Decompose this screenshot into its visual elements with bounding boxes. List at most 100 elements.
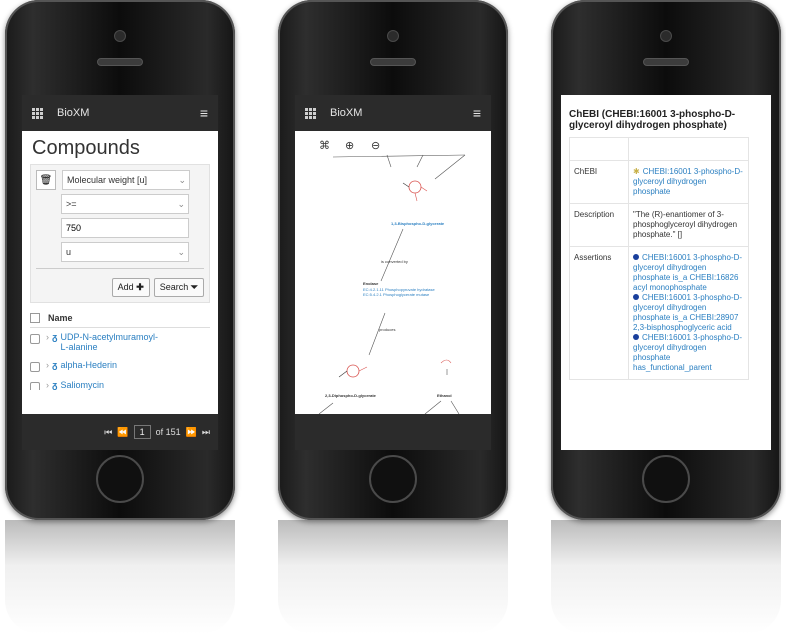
compound-name[interactable]: UDP-N-acetylmuramoyl- [60, 332, 158, 342]
pagination-bar: ⏮ ⏪ 1 of 151 ⏩ ⏭ [22, 414, 218, 450]
compound-name[interactable]: alpha-Hederin [60, 360, 117, 370]
hamburger-menu-icon[interactable]: ≡ [200, 105, 208, 121]
row-checkbox[interactable] [30, 362, 40, 372]
hamburger-menu-icon[interactable]: ≡ [473, 105, 481, 121]
app-bar: BioXM ≡ [295, 95, 491, 131]
detail-table: ChEBI ✱ CHEBI:16001 3-phospho-D-glyceroyl… [569, 137, 749, 380]
compound-list: Name › ᵹ UDP-N-acetylmuramoyl- L-alanine … [30, 313, 210, 390]
prev-page-icon[interactable]: ⏪ [117, 427, 128, 438]
bullet-icon [633, 254, 639, 260]
page-total: of 151 [155, 427, 181, 437]
molecule-icon: ᵹ [52, 360, 58, 370]
apps-grid-icon[interactable] [305, 107, 316, 119]
unit-select-value: u [66, 247, 72, 257]
trash-icon[interactable]: 🗑 [36, 170, 56, 190]
home-button[interactable] [369, 455, 417, 503]
compound-name-cont[interactable]: L-alanine [60, 342, 97, 352]
operator-select[interactable]: >= ⌄ [61, 194, 189, 214]
molecule-icon: ᵹ [52, 332, 58, 342]
pathway-node-label[interactable]: Ethanol [437, 393, 452, 398]
row-key: Assertions [569, 246, 629, 380]
speaker [97, 58, 143, 66]
page-number-input[interactable]: 1 [133, 425, 151, 439]
chebi-logo-icon: ✱ [633, 167, 640, 176]
list-item[interactable]: › ᵹ alpha-Hederin [30, 356, 210, 376]
apps-grid-icon[interactable] [32, 107, 43, 119]
assertion-link[interactable]: CHEBI:16001 3-phospho-D-glyceroyl dihydr… [633, 333, 742, 372]
name-column-header: Name [48, 313, 73, 323]
home-button[interactable] [642, 455, 690, 503]
add-button[interactable]: Add ✚ [111, 278, 150, 297]
pathway-enzyme-sub[interactable]: EC:5.4.2.1 Phosphoglycerate mutase [363, 292, 429, 297]
phone-pathway: BioXM ≡ ⌘ ⊕ ⊖ 1,3-Bisphospho-D-glycerate… [278, 0, 508, 520]
chevron-right-icon[interactable]: › [46, 332, 49, 342]
camera [660, 30, 672, 42]
unit-select[interactable]: u ⌄ [61, 242, 189, 262]
row-key: ChEBI [569, 160, 629, 204]
screen-chebi: ChEBI (CHEBI:16001 3-phospho-D-glyceroyl… [561, 95, 771, 450]
pathway-enzyme-label[interactable]: Enolase [363, 281, 378, 286]
table-row [569, 137, 749, 161]
next-page-icon[interactable]: ⏩ [186, 427, 197, 438]
assertion-link[interactable]: CHEBI:16001 3-phospho-D-glyceroyl dihydr… [633, 293, 742, 332]
bullet-icon [633, 294, 639, 300]
pathway-canvas[interactable]: ⌘ ⊕ ⊖ 1,3-Bisphospho-D-glycerate is conv… [295, 131, 491, 414]
table-row: Description "The (R)-enantiomer of 3-pho… [569, 203, 749, 247]
phone-reflection [551, 520, 781, 634]
table-row: Assertions CHEBI:16001 3-phospho-D-glyce… [569, 246, 749, 380]
plus-icon: ✚ [136, 282, 144, 292]
chevron-right-icon[interactable]: › [46, 360, 49, 370]
molecule-structure [338, 364, 368, 378]
app-title: BioXM [330, 107, 363, 119]
assertion-item[interactable]: CHEBI:16001 3-phospho-D-glyceroyl dihydr… [633, 253, 744, 293]
add-button-label: Add [117, 282, 134, 292]
field-select-value: Molecular weight [u] [67, 175, 148, 185]
app-bar: BioXM ≡ [22, 95, 218, 131]
phone-compounds: BioXM ≡ Compounds 🗑 Molecular weight [u]… [5, 0, 235, 520]
assertion-item[interactable]: CHEBI:16001 3-phospho-D-glyceroyl dihydr… [633, 333, 744, 373]
first-page-icon[interactable]: ⏮ [104, 427, 112, 438]
home-button[interactable] [96, 455, 144, 503]
pathway-edge-label: produces [379, 327, 396, 332]
search-button[interactable]: Search ⏷ [153, 278, 204, 297]
bullet-icon [633, 334, 639, 340]
molecule-structure [402, 180, 428, 202]
list-item[interactable]: › ᵹ UDP-N-acetylmuramoyl- L-alanine [30, 328, 210, 356]
compound-name[interactable]: Saliomycin [60, 380, 104, 390]
list-item[interactable]: › ᵹ Saliomycin [30, 376, 210, 390]
list-header: Name [30, 313, 210, 328]
screen-pathway: BioXM ≡ ⌘ ⊕ ⊖ 1,3-Bisphospho-D-glycerate… [295, 95, 491, 450]
bottom-bar [295, 414, 491, 450]
screen-compounds: BioXM ≡ Compounds 🗑 Molecular weight [u]… [22, 95, 218, 450]
description-value: "The (R)-enantiomer of 3-phosphoglyceroy… [628, 203, 749, 247]
row-key: Description [569, 203, 629, 247]
select-all-checkbox[interactable] [30, 313, 40, 323]
camera [387, 30, 399, 42]
pathway-graph [318, 154, 466, 414]
chevron-down-icon: ⌄ [178, 175, 186, 185]
app-title: BioXM [57, 107, 90, 119]
field-select[interactable]: Molecular weight [u] ⌄ [62, 170, 190, 190]
pathway-node-label[interactable]: 2,3-Diphospho-D-glycerate [325, 393, 376, 398]
pathway-edge-label: is converted by [381, 259, 408, 264]
phone-reflection [278, 520, 508, 634]
operator-select-value: >= [66, 199, 77, 209]
value-input[interactable]: 750 [61, 218, 189, 238]
camera [114, 30, 126, 42]
phone-chebi: ChEBI (CHEBI:16001 3-phospho-D-glyceroyl… [551, 0, 781, 520]
row-checkbox[interactable] [30, 382, 40, 390]
speaker [643, 58, 689, 66]
row-checkbox[interactable] [30, 334, 40, 344]
chevron-down-icon: ⌄ [177, 247, 185, 257]
search-button-label: Search [159, 282, 189, 292]
phone-reflection [5, 520, 235, 634]
filter-icon: ⏷ [190, 282, 198, 292]
chebi-link[interactable]: CHEBI:16001 3-phospho-D-glyceroyl dihydr… [633, 167, 743, 196]
last-page-icon[interactable]: ⏭ [202, 427, 210, 438]
assertion-item[interactable]: CHEBI:16001 3-phospho-D-glyceroyl dihydr… [633, 293, 744, 333]
pathway-node-label[interactable]: 1,3-Bisphospho-D-glycerate [391, 221, 444, 226]
assertion-link[interactable]: CHEBI:16001 3-phospho-D-glyceroyl dihydr… [633, 253, 742, 292]
chevron-right-icon[interactable]: › [46, 380, 49, 390]
table-row: ChEBI ✱ CHEBI:16001 3-phospho-D-glyceroyl… [569, 160, 749, 204]
molecule-icon: ᵹ [52, 380, 58, 390]
